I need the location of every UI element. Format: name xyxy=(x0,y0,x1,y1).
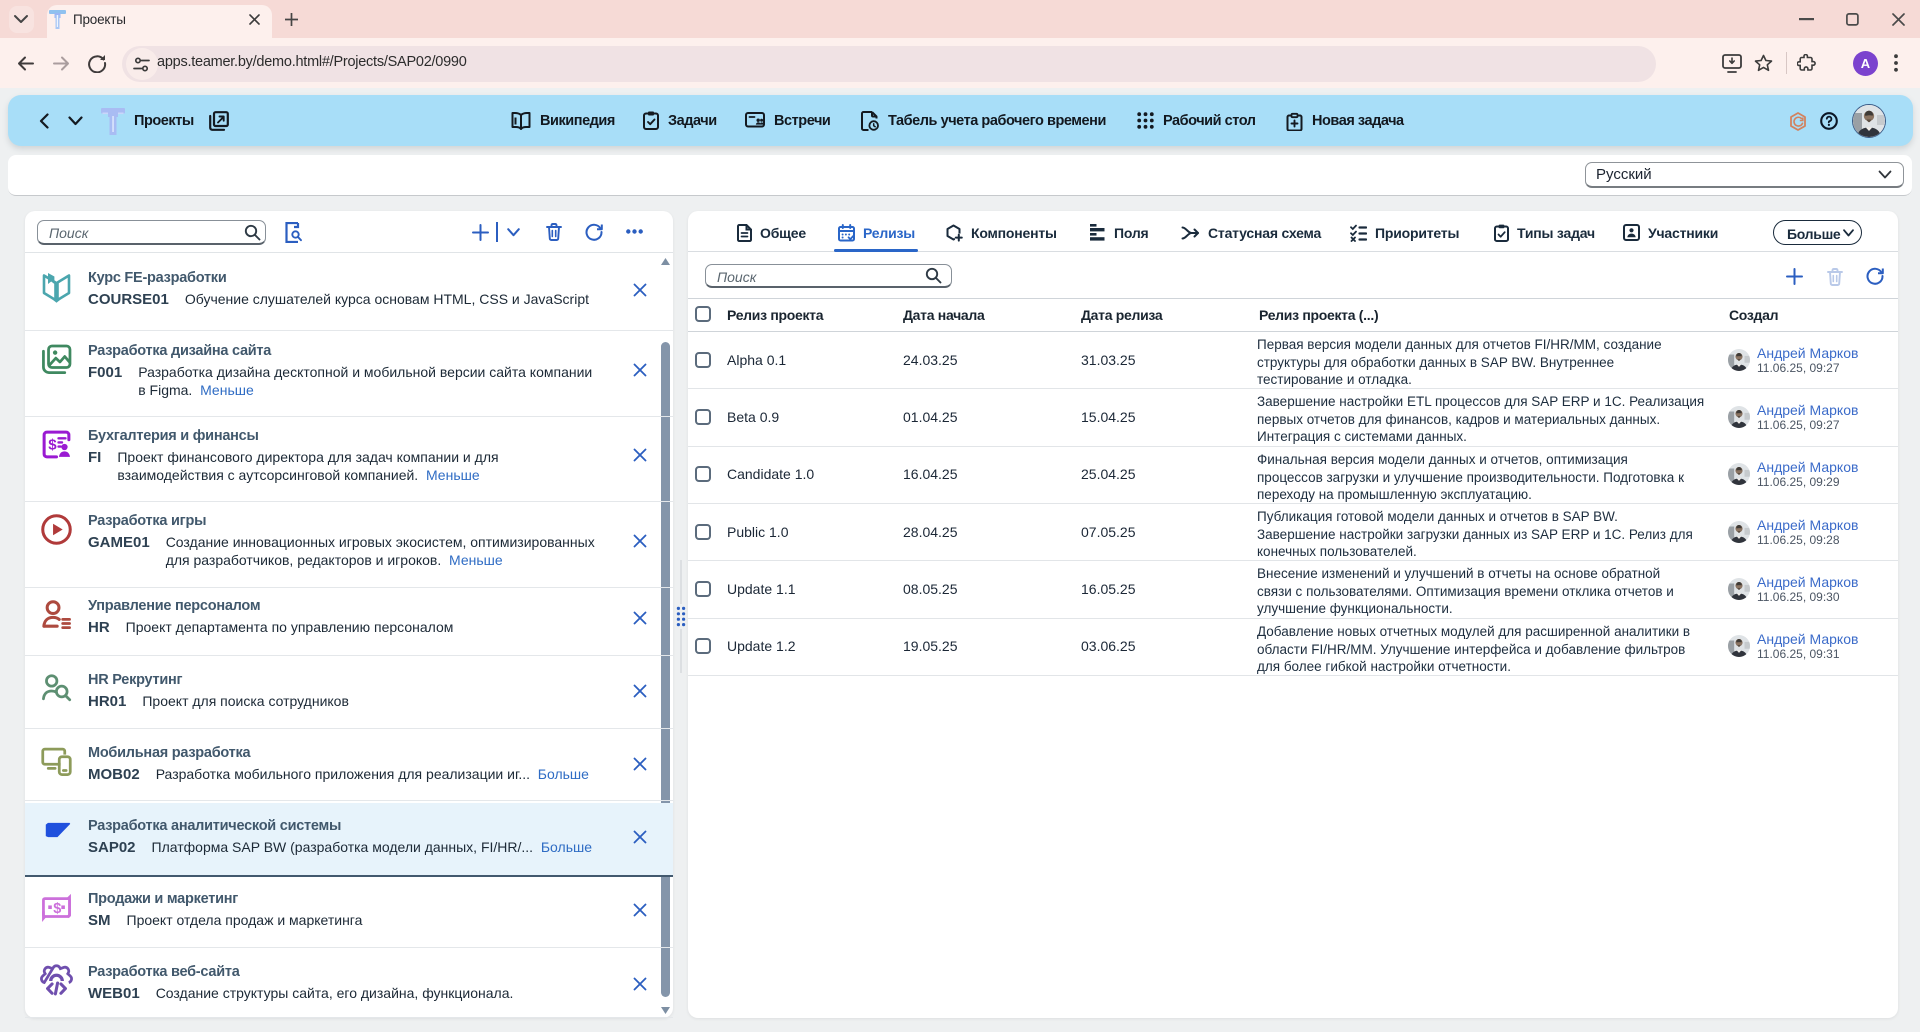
svg-text:$: $ xyxy=(48,436,57,453)
svg-text:$: $ xyxy=(53,901,61,917)
